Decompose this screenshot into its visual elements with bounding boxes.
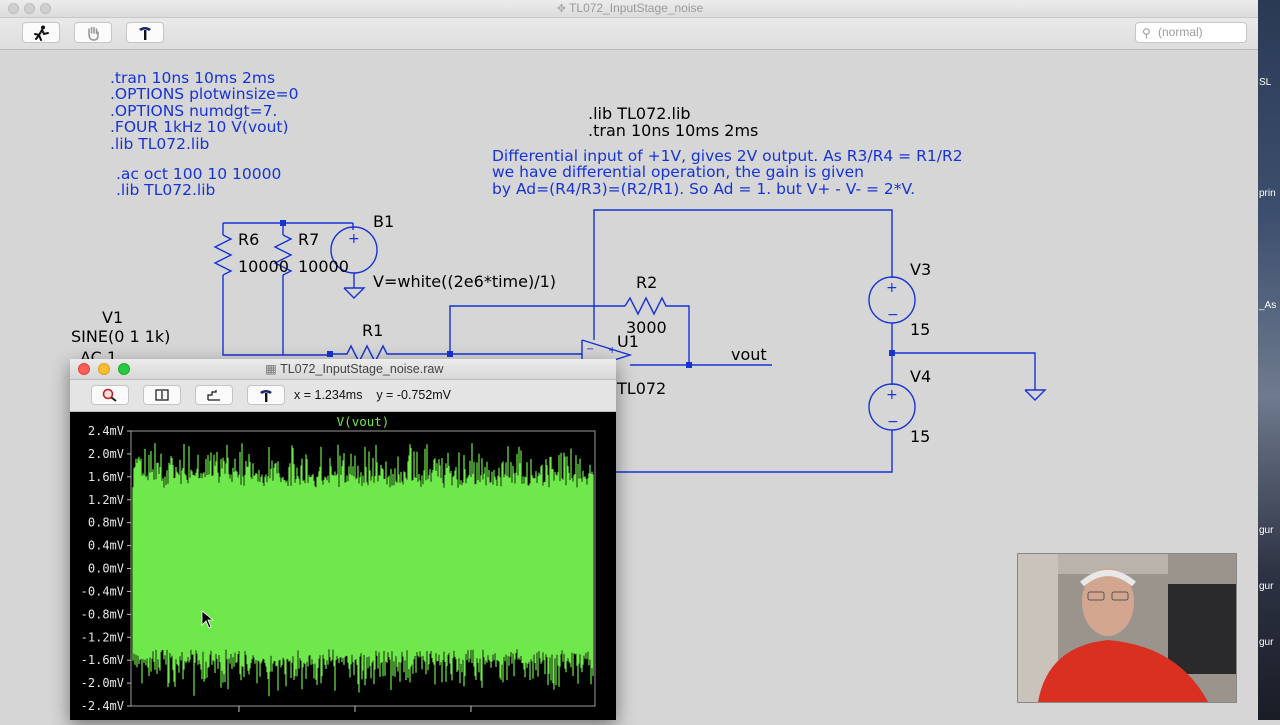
y-tick-label: -2.0mV xyxy=(81,676,124,690)
desktop-label: _As xyxy=(1259,300,1277,311)
spice-directives-ac[interactable]: .ac oct 100 10 10000 .lib TL072.lib xyxy=(116,166,281,199)
spice-directives-tran[interactable]: .tran 10ns 10ms 2ms .OPTIONS plotwinsize… xyxy=(110,70,299,152)
y-tick-label: 2.4mV xyxy=(88,424,124,438)
y-tick-label: 0.8mV xyxy=(88,516,124,530)
v1-label: V1 xyxy=(102,308,124,327)
y-tick-label: -1.2mV xyxy=(81,630,124,644)
spice-directives-lib[interactable]: .lib TL072.lib .tran 10ns 10ms 2ms xyxy=(588,105,758,139)
presenter-video xyxy=(1018,554,1236,702)
r2-label: R2 xyxy=(636,273,658,292)
schematic-doc-icon: ✥ xyxy=(556,3,570,15)
svg-text:+: + xyxy=(886,387,898,403)
b1-label: B1 xyxy=(373,212,395,231)
waveform-plot-svg[interactable]: 2.4mV 2.0mV 1.6mV 1.2mV 0.8mV 0.4mV 0.0mV -0.4m… xyxy=(70,412,616,720)
run-button[interactable] xyxy=(22,22,60,43)
v3-label: V3 xyxy=(910,260,932,279)
series-label: V(vout) xyxy=(337,414,390,429)
y-tick-label: -1.6mV xyxy=(81,653,124,667)
probe-button[interactable] xyxy=(126,22,164,43)
measure-button[interactable] xyxy=(195,385,233,405)
waveform-toolbar: x = 1.234ms y = -0.752mV xyxy=(70,380,616,412)
u1-label: U1 xyxy=(617,332,639,351)
svg-text:−: − xyxy=(586,344,594,355)
resistor-r6 xyxy=(213,234,233,276)
search-input[interactable]: ⚲ (normal) xyxy=(1135,22,1247,43)
waveform-window-title: ▦ TL072_InputStage_noise.raw xyxy=(265,362,444,376)
cursor-readout: x = 1.234ms y = -0.752mV xyxy=(294,388,452,402)
webcam-overlay xyxy=(1017,553,1237,703)
raw-file-icon: ▦ xyxy=(265,362,281,376)
minimize-button[interactable] xyxy=(98,363,110,375)
desktop-label: gur xyxy=(1259,525,1274,536)
u1-model: TL072 xyxy=(617,379,667,398)
search-placeholder: (normal) xyxy=(1158,25,1203,39)
close-button[interactable] xyxy=(78,363,90,375)
svg-text:+: + xyxy=(348,231,360,247)
window-title: ✥ TL072_InputStage_noise xyxy=(556,1,704,15)
ground-v4 xyxy=(1024,389,1047,401)
measure-icon xyxy=(207,390,220,401)
waveform-title-bar[interactable]: ▦ TL072_InputStage_noise.raw xyxy=(70,359,616,380)
y-tick-label: 2.0mV xyxy=(88,447,124,461)
waveform-plot[interactable]: 2.4mV 2.0mV 1.6mV 1.2mV 0.8mV 0.4mV 0.0mV -0.4m… xyxy=(70,412,616,720)
b1-value: V=white((2e6*time)/1) xyxy=(373,272,557,291)
running-man-icon xyxy=(34,25,49,41)
r6-label: R6 xyxy=(238,230,260,249)
r7-value: 10000 xyxy=(298,257,349,276)
svg-text:−: − xyxy=(887,414,899,430)
v3-value: 15 xyxy=(910,320,931,339)
desktop-label: SL xyxy=(1259,77,1272,88)
ground-b1 xyxy=(343,287,366,299)
v4-label: V4 xyxy=(910,367,932,386)
desktop-label: gur xyxy=(1259,581,1274,592)
autorange-icon xyxy=(155,389,169,401)
y-tick-label: 1.6mV xyxy=(88,470,124,484)
zoom-window-button[interactable] xyxy=(118,363,130,375)
svg-text:+: + xyxy=(886,280,898,296)
y-tick-label: -0.8mV xyxy=(81,607,124,621)
r6-value: 10000 xyxy=(238,257,289,276)
r1-label: R1 xyxy=(362,321,384,340)
zoom-button[interactable] xyxy=(91,385,129,405)
y-tick-label: 1.2mV xyxy=(88,493,124,507)
y-tick-label: -2.4mV xyxy=(81,699,124,713)
y-tick-label: 0.4mV xyxy=(88,539,124,553)
hammer-icon xyxy=(260,390,272,402)
window-title-bar: ✥ TL072_InputStage_noise xyxy=(0,0,1260,18)
desktop-background-strip: SL prin _As gur gur gur xyxy=(1258,0,1280,720)
v4-value: 15 xyxy=(910,427,931,446)
search-icon: ⚲ xyxy=(1142,26,1151,40)
zoom-icon xyxy=(102,388,117,402)
hammer-icon xyxy=(139,26,151,40)
v1-value: SINE(0 1 1k) xyxy=(71,327,171,346)
svg-text:−: − xyxy=(887,307,899,323)
main-toolbar: ⚲ (normal) xyxy=(0,18,1260,50)
svg-text:+: + xyxy=(608,345,616,356)
autorange-button[interactable] xyxy=(143,385,181,405)
desktop-label: gur xyxy=(1259,637,1274,648)
desktop-label: prin xyxy=(1259,188,1276,199)
probe-button[interactable] xyxy=(247,385,285,405)
y-tick-label: -0.4mV xyxy=(81,584,124,598)
halt-button[interactable] xyxy=(74,22,112,43)
net-label-vout: vout xyxy=(731,345,767,364)
hand-icon xyxy=(88,26,99,41)
schematic-comment[interactable]: Differential input of +1V, gives 2V outp… xyxy=(492,148,963,197)
r7-label: R7 xyxy=(298,230,320,249)
y-tick-label: 0.0mV xyxy=(88,562,124,576)
waveform-window[interactable]: ▦ TL072_InputStage_noise.raw x = 1.234ms… xyxy=(70,359,616,720)
